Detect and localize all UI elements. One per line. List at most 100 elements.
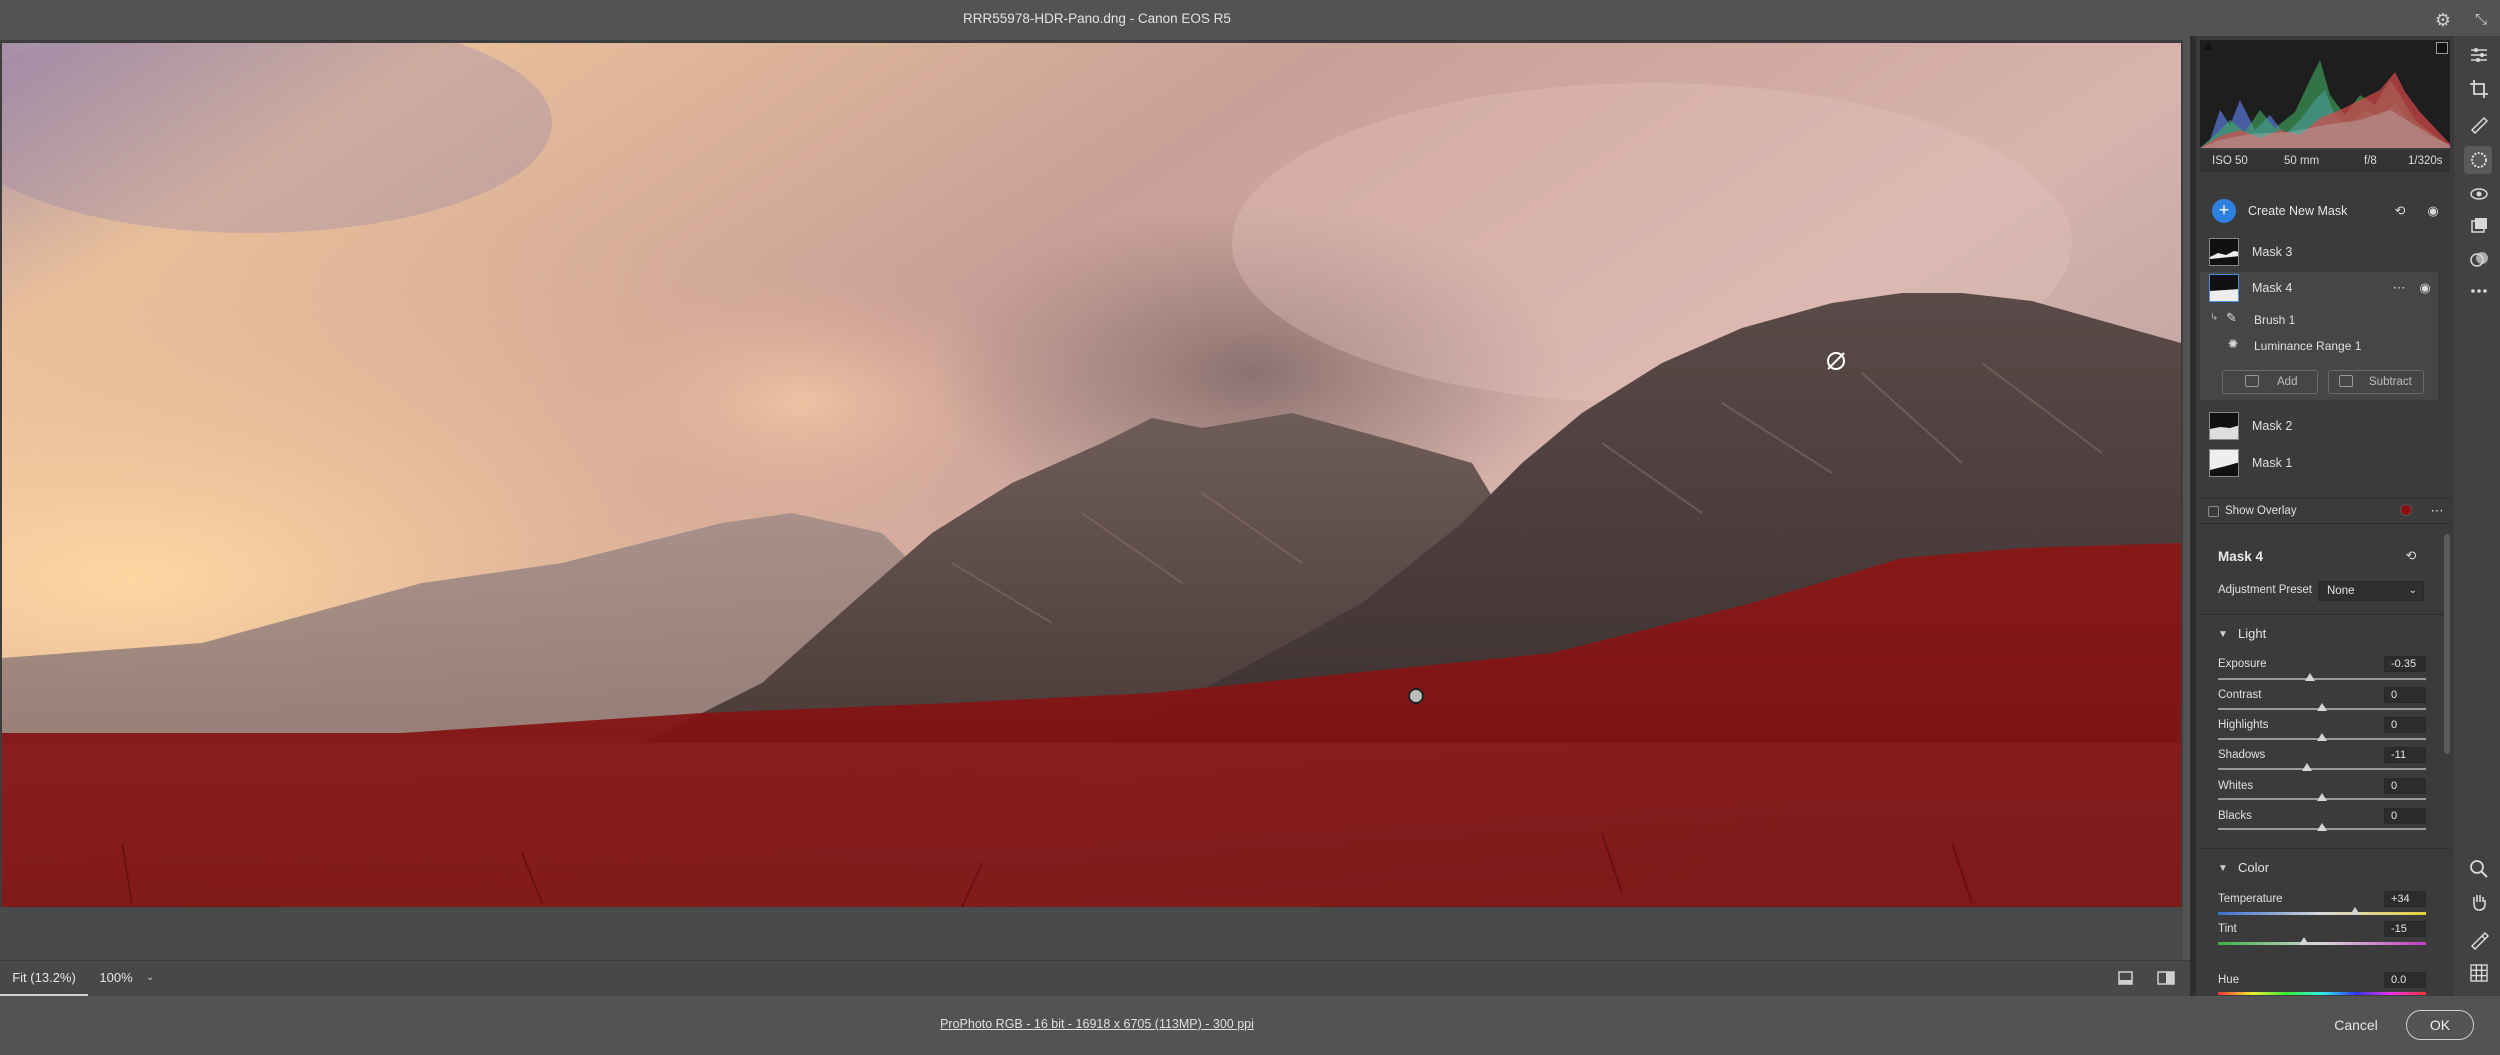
- chevron-down-icon[interactable]: ▼: [2218, 629, 2228, 640]
- tint-slider[interactable]: [2218, 942, 2426, 945]
- hue-label: Hue: [2218, 974, 2240, 986]
- more-options-icon[interactable]: ⋯: [2390, 279, 2408, 297]
- iso-value: ISO 50: [2212, 155, 2248, 167]
- grid-icon[interactable]: [2468, 962, 2490, 984]
- highlights-value[interactable]: 0: [2384, 717, 2426, 733]
- adjustment-preset-label: Adjustment Preset: [2218, 584, 2312, 596]
- tint-thumb[interactable]: [2299, 937, 2309, 945]
- blacks-label: Blacks: [2218, 810, 2252, 822]
- shadows-slider[interactable]: [2218, 768, 2426, 770]
- preset-value: None: [2327, 585, 2355, 597]
- view-toolbar: [0, 960, 2190, 996]
- tint-label: Tint: [2218, 923, 2237, 935]
- zoom-icon[interactable]: [2468, 858, 2490, 880]
- shadow-clip-indicator[interactable]: [2204, 42, 2214, 50]
- mask-item-2[interactable]: Mask 2: [2200, 408, 2438, 444]
- tint-value[interactable]: -15: [2384, 921, 2426, 937]
- collapse-icon[interactable]: ⤡: [2470, 9, 2492, 31]
- chevron-down-icon[interactable]: ▼: [2218, 863, 2228, 874]
- cancel-button[interactable]: Cancel: [2316, 1010, 2396, 1040]
- component-label: Brush 1: [2254, 313, 2296, 327]
- mask-label: Mask 3: [2252, 245, 2293, 259]
- create-mask-label[interactable]: Create New Mask: [2248, 204, 2347, 218]
- mask-label: Mask 1: [2252, 456, 2293, 470]
- before-after-icon[interactable]: [2156, 968, 2176, 988]
- workflow-options-link[interactable]: ProPhoto RGB - 16 bit - 16918 x 6705 (11…: [0, 1017, 2194, 1031]
- shadows-value[interactable]: -11: [2384, 747, 2426, 763]
- whites-value[interactable]: 0: [2384, 778, 2426, 794]
- zoom-100-button[interactable]: 100%: [92, 960, 140, 996]
- crop-icon[interactable]: [2468, 78, 2490, 100]
- color-section-title[interactable]: Color: [2238, 860, 2269, 875]
- histogram: [2200, 40, 2450, 148]
- panel-scrollbar[interactable]: [2444, 534, 2450, 754]
- highlights-label: Highlights: [2218, 719, 2269, 731]
- highlights-thumb[interactable]: [2317, 733, 2327, 741]
- mask-thumbnail: [2209, 274, 2239, 302]
- reset-icon[interactable]: ⟲: [2402, 547, 2420, 565]
- mask-component-brush[interactable]: ↳ ✎ Brush 1: [2200, 308, 2438, 332]
- ok-button[interactable]: OK: [2406, 1010, 2474, 1040]
- temperature-value[interactable]: +34: [2384, 891, 2426, 907]
- adjust-title: Mask 4: [2218, 549, 2264, 564]
- create-mask-button[interactable]: +: [2212, 199, 2236, 223]
- fit-zoom-button[interactable]: Fit (13.2%): [0, 960, 88, 996]
- temperature-slider[interactable]: [2218, 912, 2426, 915]
- add-to-mask-button[interactable]: Add: [2222, 370, 2318, 394]
- luminance-range-icon: ✺: [2228, 337, 2239, 351]
- contrast-thumb[interactable]: [2317, 703, 2327, 711]
- overlay-color-swatch[interactable]: [2400, 504, 2412, 516]
- adjustment-preset-select[interactable]: None ⌄: [2318, 581, 2424, 601]
- brush-icon: ✎: [2226, 310, 2237, 325]
- mask-item-4[interactable]: Mask 4 ⋯ ◉: [2200, 270, 2438, 306]
- focal-length-value: 50 mm: [2284, 155, 2320, 167]
- single-view-icon[interactable]: [2116, 968, 2136, 988]
- chevron-down-icon[interactable]: ⌄: [146, 960, 160, 996]
- shadows-label: Shadows: [2218, 749, 2266, 761]
- mask-item-3[interactable]: Mask 3: [2200, 234, 2438, 270]
- shadows-thumb[interactable]: [2302, 763, 2312, 771]
- contrast-value[interactable]: 0: [2384, 687, 2426, 703]
- exposure-value[interactable]: -0.35: [2384, 656, 2426, 672]
- redeye-icon[interactable]: [2468, 183, 2490, 205]
- hand-icon[interactable]: [2468, 891, 2490, 913]
- eye-icon[interactable]: ◉: [2424, 202, 2442, 220]
- canvas-gutter: [0, 907, 2183, 960]
- highlight-clip-indicator[interactable]: [2436, 42, 2448, 54]
- show-overlay-label[interactable]: Show Overlay: [2225, 505, 2297, 517]
- snapshot-icon[interactable]: [2468, 215, 2490, 237]
- chevron-down-icon: ⌄: [2408, 585, 2417, 596]
- more-options-icon[interactable]: ⋯: [2428, 502, 2446, 520]
- eye-icon[interactable]: ◉: [2416, 279, 2434, 297]
- blacks-thumb[interactable]: [2317, 823, 2327, 831]
- presets-icon[interactable]: [2468, 248, 2490, 270]
- mask-item-1[interactable]: Mask 1: [2200, 445, 2438, 481]
- blacks-value[interactable]: 0: [2384, 808, 2426, 824]
- show-overlay-checkbox[interactable]: [2208, 506, 2219, 517]
- masking-icon[interactable]: [2468, 149, 2490, 171]
- add-label: Add: [2277, 376, 2298, 388]
- mask-component-luminance[interactable]: ✺ Luminance Range 1: [2200, 334, 2438, 358]
- hue-slider[interactable]: [2218, 992, 2426, 995]
- temperature-thumb[interactable]: [2350, 907, 2360, 915]
- photo-preview[interactable]: [2, 43, 2181, 907]
- reset-masks-icon[interactable]: ⟲: [2391, 202, 2409, 220]
- aperture-value: f/8: [2364, 155, 2377, 167]
- mask-label: Mask 2: [2252, 419, 2293, 433]
- heal-icon[interactable]: [2468, 112, 2490, 134]
- camera-info: ISO 50 50 mm f/8 1/320s: [2200, 150, 2450, 172]
- exposure-thumb[interactable]: [2305, 673, 2315, 681]
- more-icon[interactable]: [2468, 280, 2490, 302]
- sampler-icon[interactable]: [2468, 928, 2490, 950]
- hue-value[interactable]: 0.0: [2384, 972, 2426, 988]
- subtract-from-mask-button[interactable]: Subtract: [2328, 370, 2424, 394]
- subtract-icon: [2339, 375, 2353, 387]
- gear-icon[interactable]: ⚙: [2432, 9, 2454, 31]
- light-section-title[interactable]: Light: [2238, 626, 2266, 641]
- contrast-label: Contrast: [2218, 689, 2262, 701]
- exposure-slider[interactable]: [2218, 678, 2426, 680]
- mask-thumbnail: [2209, 449, 2239, 477]
- edit-icon[interactable]: [2468, 44, 2490, 66]
- whites-thumb[interactable]: [2317, 793, 2327, 801]
- tool-strip: [2454, 36, 2500, 996]
